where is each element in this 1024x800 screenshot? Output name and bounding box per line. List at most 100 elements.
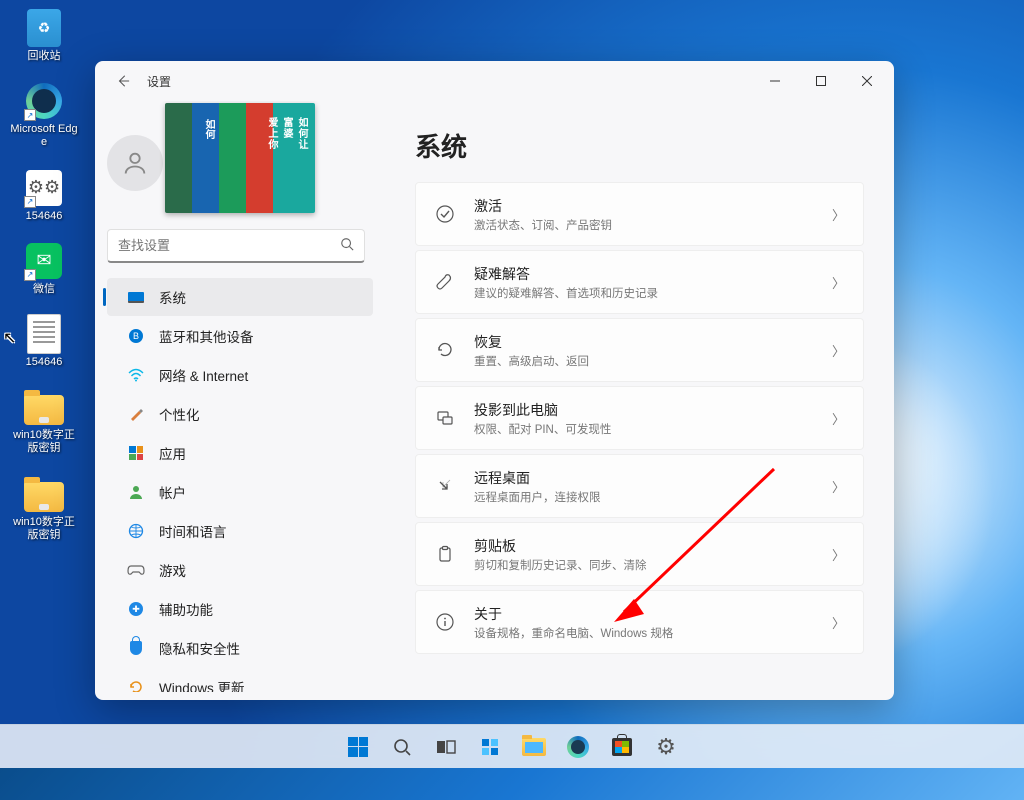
shield-lock-icon bbox=[127, 639, 145, 657]
row-about[interactable]: 关于 设备规格，重命名电脑、Windows 规格 〉 bbox=[415, 590, 864, 654]
brush-icon bbox=[127, 405, 145, 423]
close-button[interactable] bbox=[844, 65, 890, 97]
maximize-icon bbox=[816, 76, 826, 86]
chevron-right-icon: 〉 bbox=[832, 341, 845, 360]
nav-label: 帐户 bbox=[159, 482, 186, 502]
widgets-icon bbox=[480, 737, 500, 757]
desktop-icon-label: 回收站 bbox=[28, 50, 61, 63]
nav-time-language[interactable]: 时间和语言 bbox=[107, 512, 373, 550]
desktop-icon-wechat[interactable]: ✉↗ 微信 bbox=[8, 241, 80, 296]
wechat-icon: ✉↗ bbox=[24, 241, 64, 281]
nav-windows-update[interactable]: Windows 更新 bbox=[107, 668, 373, 692]
row-clipboard[interactable]: 剪贴板 剪切和复制历史记录、同步、清除 〉 bbox=[415, 522, 864, 586]
search-icon bbox=[340, 237, 354, 254]
row-activation[interactable]: 激活 激活状态、订阅、产品密钥 〉 bbox=[415, 182, 864, 246]
nav-system[interactable]: 系统 bbox=[107, 278, 373, 316]
desktop-icon-label: win10数字正版密钥 bbox=[8, 429, 80, 455]
nav-label: Windows 更新 bbox=[159, 677, 245, 692]
chevron-right-icon: 〉 bbox=[832, 205, 845, 224]
nav-label: 应用 bbox=[159, 443, 186, 463]
back-button[interactable] bbox=[107, 65, 139, 97]
search-icon bbox=[392, 737, 412, 757]
taskbar-edge[interactable] bbox=[559, 728, 597, 766]
nav-bluetooth[interactable]: B 蓝牙和其他设备 bbox=[107, 317, 373, 355]
nav-gaming[interactable]: 游戏 bbox=[107, 551, 373, 589]
row-desc: 权限、配对 PIN、可发现性 bbox=[474, 421, 814, 437]
chevron-right-icon: 〉 bbox=[832, 409, 845, 428]
row-title: 疑难解答 bbox=[474, 264, 814, 284]
nav-apps[interactable]: 应用 bbox=[107, 434, 373, 472]
desktop-icons-column: 回收站 ↗ Microsoft Edge ⚙⚙↗ 154646 ✉↗ 微信 15… bbox=[8, 8, 80, 542]
row-title: 激活 bbox=[474, 196, 814, 216]
taskbar-taskview[interactable] bbox=[427, 728, 465, 766]
zip-folder-icon bbox=[24, 387, 64, 427]
nav-accounts[interactable]: 帐户 bbox=[107, 473, 373, 511]
maximize-button[interactable] bbox=[798, 65, 844, 97]
minimize-button[interactable] bbox=[752, 65, 798, 97]
windows-logo-icon bbox=[348, 737, 368, 757]
clock-globe-icon bbox=[127, 522, 145, 540]
remote-desktop-icon bbox=[434, 476, 456, 496]
nav-network[interactable]: 网络 & Internet bbox=[107, 356, 373, 394]
search-input[interactable] bbox=[118, 238, 340, 253]
desktop-icon-recycle-bin[interactable]: 回收站 bbox=[8, 8, 80, 63]
row-troubleshoot[interactable]: 疑难解答 建议的疑难解答、首选项和历史记录 〉 bbox=[415, 250, 864, 314]
file-explorer-icon bbox=[522, 738, 546, 756]
nav-accessibility[interactable]: ✚ 辅助功能 bbox=[107, 590, 373, 628]
settings-content[interactable]: 系统 激活 激活状态、订阅、产品密钥 〉 疑难解答 建议的疑难解答、首选项和历史… bbox=[385, 101, 894, 700]
chevron-right-icon: 〉 bbox=[832, 273, 845, 292]
bluetooth-icon: B bbox=[127, 327, 145, 345]
person-icon bbox=[121, 149, 149, 177]
settings-rows: 激活 激活状态、订阅、产品密钥 〉 疑难解答 建议的疑难解答、首选项和历史记录 … bbox=[415, 182, 864, 654]
taskbar-settings[interactable]: ⚙ bbox=[647, 728, 685, 766]
taskbar-search[interactable] bbox=[383, 728, 421, 766]
info-icon bbox=[434, 612, 456, 632]
nav-label: 个性化 bbox=[159, 404, 200, 424]
window-controls bbox=[752, 65, 890, 97]
history-icon bbox=[434, 340, 456, 360]
nav-label: 网络 & Internet bbox=[159, 365, 248, 385]
close-icon bbox=[862, 76, 872, 86]
settings-sidebar: 系统 B 蓝牙和其他设备 网络 & Internet 个性化 应用 bbox=[95, 101, 385, 700]
settings-window: 设置 系统 bbox=[95, 61, 894, 700]
desktop-icon-textfile[interactable]: 154646 bbox=[8, 314, 80, 369]
gamepad-icon bbox=[127, 561, 145, 579]
user-profile-block[interactable] bbox=[95, 101, 377, 229]
taskbar[interactable]: ⚙ bbox=[0, 724, 1024, 768]
row-remote-desktop[interactable]: 远程桌面 远程桌面用户，连接权限 〉 bbox=[415, 454, 864, 518]
nav-privacy[interactable]: 隐私和安全性 bbox=[107, 629, 373, 667]
row-recovery[interactable]: 恢复 重置、高级启动、返回 〉 bbox=[415, 318, 864, 382]
check-circle-icon bbox=[434, 204, 456, 224]
nav-label: 隐私和安全性 bbox=[159, 638, 240, 658]
row-desc: 重置、高级启动、返回 bbox=[474, 353, 814, 369]
desktop-icon-label: 微信 bbox=[33, 283, 55, 296]
taskbar-explorer[interactable] bbox=[515, 728, 553, 766]
start-button[interactable] bbox=[339, 728, 377, 766]
search-settings-box[interactable] bbox=[107, 229, 365, 263]
desktop-icon-file-1[interactable]: ⚙⚙↗ 154646 bbox=[8, 168, 80, 223]
taskview-icon bbox=[436, 739, 456, 755]
nav-label: 蓝牙和其他设备 bbox=[159, 326, 254, 346]
chevron-right-icon: 〉 bbox=[832, 613, 845, 632]
window-title: 设置 bbox=[147, 73, 171, 90]
desktop-icon-label: 154646 bbox=[26, 356, 63, 369]
taskbar-widgets[interactable] bbox=[471, 728, 509, 766]
gear-icon: ⚙ bbox=[656, 734, 676, 760]
account-icon bbox=[127, 483, 145, 501]
accessibility-icon: ✚ bbox=[127, 600, 145, 618]
edge-icon: ↗ bbox=[24, 81, 64, 121]
desktop-icon-folder-2[interactable]: win10数字正版密钥 bbox=[8, 474, 80, 542]
chevron-right-icon: 〉 bbox=[832, 477, 845, 496]
row-title: 恢复 bbox=[474, 332, 814, 352]
taskbar-store[interactable] bbox=[603, 728, 641, 766]
row-title: 关于 bbox=[474, 604, 814, 624]
nav-label: 时间和语言 bbox=[159, 521, 227, 541]
desktop-icon-folder-1[interactable]: win10数字正版密钥 bbox=[8, 387, 80, 455]
project-icon bbox=[434, 408, 456, 428]
nav-personalization[interactable]: 个性化 bbox=[107, 395, 373, 433]
window-titlebar[interactable]: 设置 bbox=[95, 61, 894, 101]
chevron-right-icon: 〉 bbox=[832, 545, 845, 564]
desktop-icon-label: win10数字正版密钥 bbox=[8, 516, 80, 542]
row-project[interactable]: 投影到此电脑 权限、配对 PIN、可发现性 〉 bbox=[415, 386, 864, 450]
desktop-icon-edge[interactable]: ↗ Microsoft Edge bbox=[8, 81, 80, 149]
